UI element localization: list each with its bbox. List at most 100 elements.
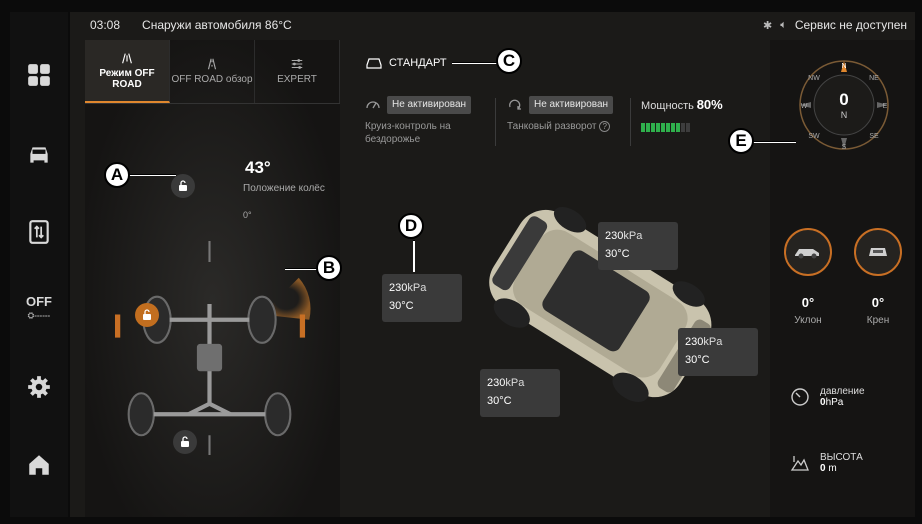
power-label: Мощность: [641, 100, 694, 112]
car-icon: [30, 147, 48, 163]
outside-temperature: Снаружи автомобиля 86°C: [142, 18, 292, 32]
split-screen-button[interactable]: [10, 207, 68, 257]
power-segment: [661, 122, 665, 132]
tab-expert-label: EXPERT: [277, 74, 317, 86]
callout-b: B: [316, 255, 342, 281]
pressure-sensor: давление 0hPa: [790, 386, 865, 408]
roll-indicator: [854, 228, 902, 276]
tire-pressure: 230: [685, 336, 704, 348]
offroad-toggle[interactable]: OFF ⛭------: [10, 282, 68, 332]
tire-pressure-unit: kPa: [407, 282, 427, 294]
tire-pressure: 230: [389, 282, 408, 294]
drive-mode[interactable]: СТАНДАРТ: [365, 56, 447, 70]
callout-line: [413, 240, 415, 272]
slope-indicator: [784, 228, 832, 276]
volume-icon[interactable]: 🔈︎: [780, 19, 787, 32]
offroad-mode-icon: [122, 52, 132, 63]
center-lock-button[interactable]: [135, 303, 159, 327]
tab-offroad-view-label: OFF ROAD обзор: [171, 74, 253, 86]
callout-line: [285, 268, 317, 270]
power-segment: [681, 122, 685, 132]
main-screen: 03:08 Снаружи автомобиля 86°C ✱ 🔈︎ Серви…: [70, 12, 915, 517]
bluetooth-icon: ✱: [763, 19, 773, 32]
tab-offroad-view[interactable]: OFF ROAD обзор: [170, 40, 255, 103]
tank-turn[interactable]: Не активирован Танковый разворот ?: [507, 96, 614, 133]
apps-button[interactable]: [10, 50, 68, 100]
tire-front-left: 230kPa 30°C: [382, 274, 462, 322]
tire-pressure-unit: kPa: [623, 230, 643, 242]
callout-a: A: [104, 162, 130, 188]
callout-d: D: [398, 213, 424, 239]
front-lock-button[interactable]: [171, 174, 195, 198]
callout-e: E: [728, 128, 754, 154]
help-icon[interactable]: ?: [599, 120, 611, 132]
offroad-cruise[interactable]: Не активирован Круиз-контроль на бездоро…: [365, 96, 485, 147]
altitude-unit: m: [828, 463, 837, 474]
wheel-angle-value: 43°: [245, 158, 271, 177]
roll-label: Крен: [866, 315, 890, 326]
vehicle-button[interactable]: [10, 130, 68, 180]
compass: N NE E SE S SW W NW 0 N: [797, 58, 891, 152]
callout-c: C: [496, 48, 522, 74]
sliders-icon: [291, 59, 303, 70]
altitude-icon: [790, 456, 809, 471]
tire-pressure-unit: kPa: [505, 377, 525, 389]
divider: [630, 98, 631, 146]
power-segment: [651, 122, 655, 132]
tank-turn-icon: [507, 97, 525, 111]
home-button[interactable]: [10, 440, 68, 490]
display-frame: OFF ⛭------ 03:08 Снаружи автомобиля 86°…: [0, 0, 922, 524]
tire-front-right: 230kPa 30°C: [598, 222, 678, 270]
altitude-label: ВЫСОТА: [820, 452, 863, 463]
tire-pressure: 230: [487, 377, 506, 389]
unlock-icon: [143, 309, 151, 320]
tab-expert[interactable]: EXPERT: [255, 40, 340, 103]
tire-pressure: 230: [605, 230, 624, 242]
offroad-toggle-label: OFF: [26, 293, 52, 309]
tire-rear-right: 230kPa 30°C: [678, 328, 758, 376]
screen-icon: [29, 220, 49, 244]
settings-button[interactable]: [10, 362, 68, 412]
car-side-icon: [795, 249, 819, 259]
divider: [495, 98, 496, 146]
tire-rear-left: 230kPa 30°C: [480, 369, 560, 417]
power-level-bar: [641, 122, 723, 132]
power-segment: [666, 122, 670, 132]
apps-icon: [28, 64, 50, 86]
settings-icon: [28, 376, 50, 398]
roll-value: 0°: [871, 295, 885, 310]
tab-offroad-mode-label: Режим OFF ROAD: [99, 67, 155, 91]
power-segment: [686, 122, 690, 132]
pressure-label: давление: [820, 386, 865, 397]
altitude-value: 0: [820, 463, 826, 474]
drive-mode-label: СТАНДАРТ: [389, 57, 447, 69]
tire-temperature: 30°C: [487, 394, 512, 407]
callout-line: [452, 62, 498, 64]
compass-direction: N: [840, 110, 848, 120]
callout-line: [128, 174, 176, 176]
slope-label: Уклон: [794, 315, 822, 326]
tank-turn-status: Не активирован: [529, 96, 614, 114]
rear-lock-button[interactable]: [173, 430, 197, 454]
tab-offroad-mode[interactable]: Режим OFF ROAD: [85, 40, 170, 103]
tire-temperature: 30°C: [685, 353, 710, 366]
compass-readout: 0 N: [797, 58, 891, 152]
power-segment: [656, 122, 660, 132]
power-value: 80%: [696, 97, 723, 112]
home-icon: [29, 455, 49, 475]
power-indicator: Мощность 80%: [641, 96, 723, 132]
car-outline-icon: [366, 58, 382, 69]
gauge-icon: [791, 388, 809, 406]
tire-pressure-unit: kPa: [703, 336, 723, 348]
power-segment: [641, 122, 645, 132]
power-segment: [646, 122, 650, 132]
terrain-panel: N NE E SE S SW W NW 0 N 0° Уклон 0° Крен…: [770, 40, 915, 517]
power-segment: [671, 122, 675, 132]
cruise-status: Не активирован: [387, 96, 472, 114]
car-front-icon: [869, 248, 887, 256]
compass-heading: 0: [839, 90, 849, 109]
status-bar: 03:08 Снаружи автомобиля 86°C ✱ 🔈︎ Серви…: [70, 12, 915, 38]
power-segment: [676, 122, 680, 132]
clock: 03:08: [90, 18, 121, 32]
offroad-indicator: ⛭------: [27, 310, 51, 320]
